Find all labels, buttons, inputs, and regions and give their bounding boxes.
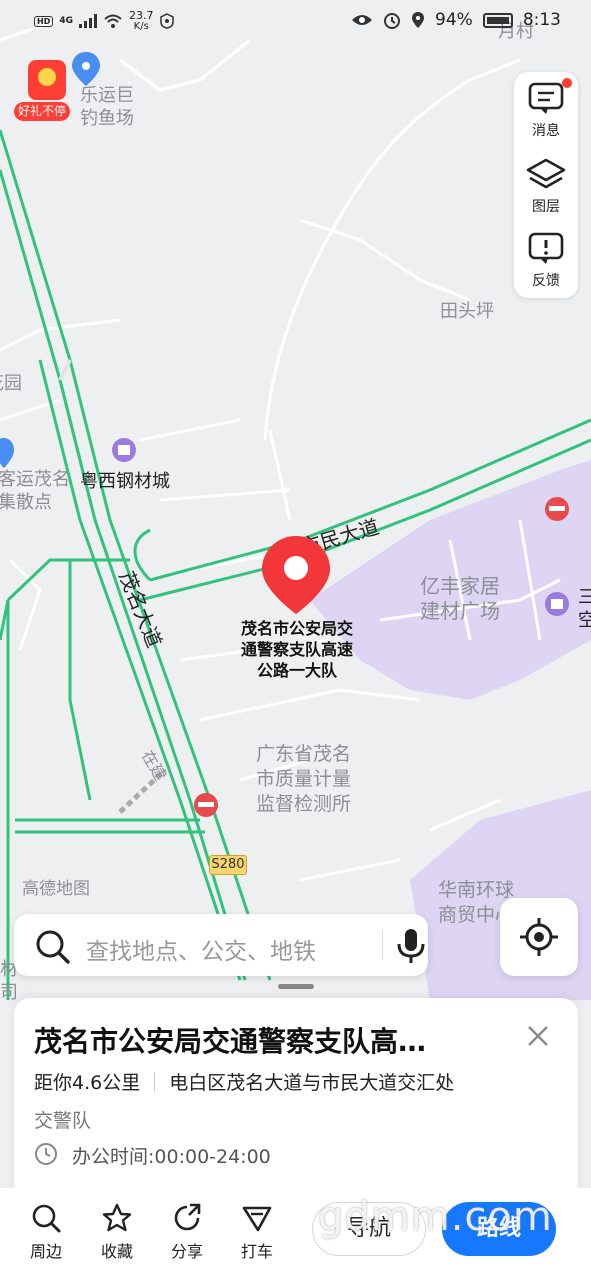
map-label-steel-city[interactable]: 粤西钢材城 [80, 470, 170, 493]
pin-label: 茂名市公安局交 通警察支队高速 公路一大队 [240, 619, 353, 680]
poi-distance: 距你4.6公里 [34, 1072, 141, 1094]
gift-promo-button[interactable]: 好礼不停 [14, 58, 78, 124]
battery-percent: 94% [435, 10, 473, 30]
taxi-icon [242, 1206, 272, 1232]
road-shield-s280: S280 [209, 855, 247, 875]
map-label-guangdong-qa[interactable]: 广东省茂名 市质量计量 监督检测所 [256, 742, 351, 817]
search-placeholder[interactable]: 查找地点、公交、地铁 [86, 932, 316, 966]
unread-dot [562, 78, 572, 88]
alarm-icon [384, 13, 401, 29]
feedback-icon [528, 232, 564, 264]
map-pin-icon [262, 536, 330, 614]
star-icon [102, 1203, 132, 1232]
network-label: 4G [59, 16, 73, 26]
signal-icon [79, 14, 97, 28]
privacy-icon [159, 13, 174, 29]
poi-address[interactable]: 电白区茂名大道与市民大道交汇处 [169, 1068, 454, 1095]
microphone-icon[interactable] [394, 926, 428, 964]
nearby-button[interactable]: 周边 [18, 1202, 74, 1262]
poi-detail-card[interactable]: 茂名市公安局交通警察支队高… 距你4.6公里 电白区茂名大道与市民大道交汇处 交… [14, 998, 578, 1198]
no-entry-icon [545, 497, 569, 521]
message-icon [528, 82, 564, 114]
shop-poi-icon [545, 592, 569, 616]
selected-poi-pin[interactable] [260, 534, 332, 616]
search-icon [36, 930, 70, 964]
clock-time: 8:13 [522, 10, 561, 30]
eye-icon [352, 15, 373, 25]
map-label-fishing[interactable]: 乐运巨 钓鱼场 [80, 84, 134, 130]
watermark-text: gdmm.com [318, 1194, 553, 1240]
share-icon [174, 1203, 201, 1231]
map-label-yifeng[interactable]: 亿丰家居 建材广场 [420, 574, 500, 624]
no-entry-icon [194, 793, 218, 817]
map-label-bus-station[interactable]: 客运茂名 集散点 [0, 468, 70, 514]
shop-poi-icon [112, 438, 136, 462]
search-divider [382, 930, 383, 960]
red-envelope-icon [28, 60, 66, 100]
sheet-drag-handle[interactable] [278, 984, 314, 989]
share-button[interactable]: 分享 [159, 1202, 215, 1262]
wifi-icon [104, 14, 122, 28]
tool-feedback[interactable]: 反馈 [514, 222, 578, 296]
map-label-tiantouping[interactable]: 田头坪 [440, 300, 494, 323]
favorite-button[interactable]: 收藏 [89, 1202, 145, 1262]
status-bar: HD 4G 23.7 K/s 94% 8:13 [0, 0, 591, 44]
map-label-garden[interactable]: 花园 [0, 372, 22, 395]
location-status-icon [412, 12, 425, 28]
hd-badge: HD [34, 15, 54, 27]
search-bar[interactable]: 查找地点、公交、地铁 [14, 914, 428, 976]
locate-me-button[interactable] [500, 898, 578, 976]
map-logo-text: 高德地图 [22, 879, 90, 899]
gift-tag: 好礼不停 [14, 102, 71, 121]
tool-messages[interactable]: 消息 [514, 72, 578, 146]
taxi-button[interactable]: 打车 [229, 1202, 285, 1262]
battery-icon [482, 12, 513, 28]
divider [154, 1071, 156, 1092]
poi-hours: 办公时间:00:00-24:00 [72, 1146, 271, 1168]
close-icon[interactable] [526, 1024, 550, 1048]
net-speed: 23.7 K/s [129, 9, 154, 32]
layers-icon [526, 158, 566, 189]
map-label-edge-right: 三 空 [578, 587, 591, 631]
poi-category: 交警队 [34, 1110, 92, 1132]
map-tools-panel: 消息 图层 反馈 [514, 72, 578, 298]
location-poi-icon [0, 438, 14, 468]
crosshair-icon [520, 918, 558, 956]
search-around-icon [32, 1204, 61, 1233]
tool-layers[interactable]: 图层 [514, 148, 578, 222]
clock-icon [35, 1143, 57, 1165]
poi-title: 茂名市公安局交通警察支队高… [34, 1025, 427, 1058]
